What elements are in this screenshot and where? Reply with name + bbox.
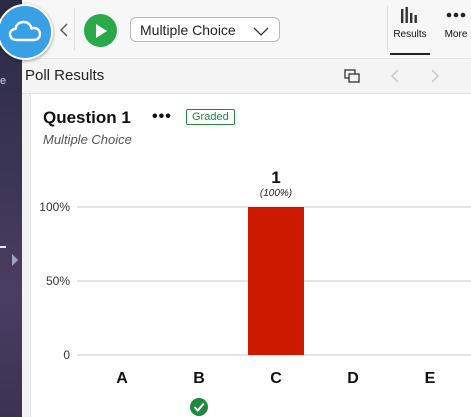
active-tab-indicator	[390, 53, 430, 55]
start-poll-button[interactable]	[84, 14, 117, 47]
y-tick-label: 100%	[39, 200, 70, 214]
x-category-label: B	[193, 370, 205, 387]
more-label: More	[444, 29, 468, 40]
y-tick-label: 0	[63, 348, 70, 362]
play-icon	[95, 23, 107, 38]
back-chevron-icon[interactable]	[57, 20, 71, 40]
results-content: Question 1 ••• Graded Multiple Choice 05…	[22, 94, 471, 417]
poll-results-header: Poll Results	[22, 59, 471, 94]
bar-chart-icon	[401, 7, 417, 23]
results-bar-chart: 0 50% 100% A B 1(100%) C D E	[39, 168, 471, 416]
question-type-value: Multiple Choice	[140, 21, 236, 38]
tab-results[interactable]: Results	[388, 6, 432, 55]
bar-c	[248, 207, 304, 355]
x-category-label: C	[270, 370, 282, 387]
edge-glyph: e	[0, 75, 7, 87]
chevron-down-icon	[253, 24, 269, 40]
more-dots-icon	[446, 12, 466, 18]
desktop-edge: e	[0, 0, 22, 417]
popout-window-icon[interactable]	[344, 68, 360, 84]
x-category-label: D	[347, 370, 359, 387]
poll-results-title: Poll Results	[25, 67, 105, 84]
x-category-label: A	[116, 370, 128, 387]
y-tick-label: 50%	[46, 274, 70, 288]
bar-percent-label: (100%)	[260, 188, 292, 199]
panel-expand-handle[interactable]	[12, 254, 18, 266]
previous-question-icon[interactable]	[387, 68, 403, 84]
question-type-select[interactable]: Multiple Choice	[130, 17, 280, 42]
next-question-icon[interactable]	[427, 68, 443, 84]
toolbar-divider	[74, 8, 75, 50]
top-toolbar: Multiple Choice Results More	[22, 0, 471, 59]
edge-tick	[0, 246, 6, 248]
tab-results-label: Results	[393, 29, 427, 40]
bar-value-label: 1	[271, 168, 280, 187]
more-menu-button[interactable]: More	[440, 6, 471, 55]
correct-answer-check-icon	[190, 398, 208, 416]
x-category-label: E	[425, 370, 436, 387]
